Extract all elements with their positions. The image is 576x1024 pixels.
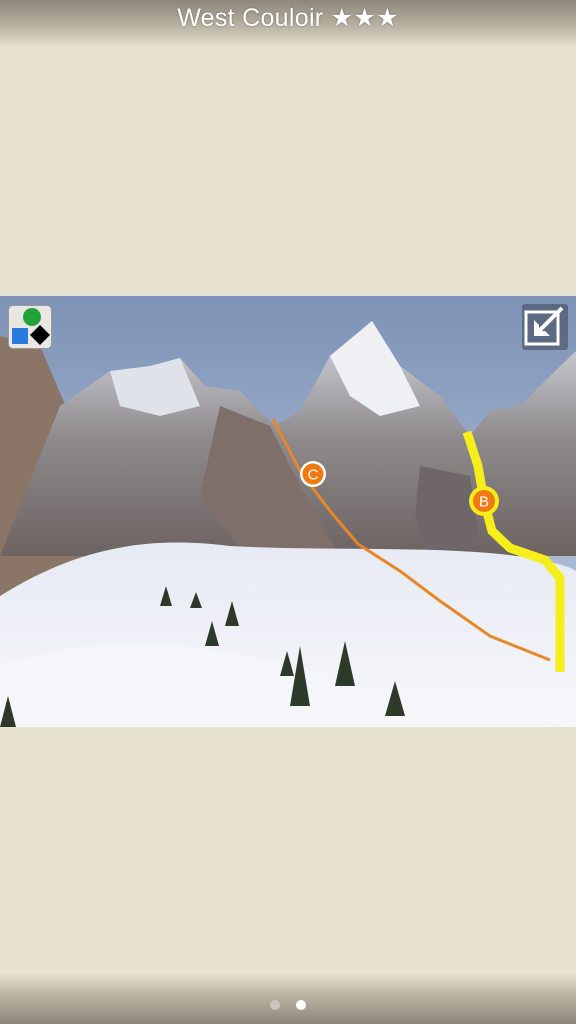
title-bar: West Couloir ★★★	[0, 0, 576, 48]
expand-arrow-icon	[524, 306, 564, 346]
expand-button[interactable]	[522, 304, 568, 350]
page-title: West Couloir ★★★	[177, 4, 399, 32]
route-c-line	[271, 418, 551, 662]
legend-shapes-icon	[12, 308, 50, 345]
route-b-line	[462, 430, 565, 672]
route-photo[interactable]: C B	[0, 296, 576, 727]
svg-text:B: B	[479, 494, 489, 511]
svg-text:C: C	[308, 467, 319, 484]
marker-b[interactable]: B	[469, 486, 499, 516]
route-overlay: C B	[271, 418, 565, 672]
pager-bar	[0, 972, 576, 1024]
page-dot-2[interactable]	[296, 1000, 306, 1010]
page-indicator	[0, 1000, 576, 1010]
marker-c[interactable]: C	[300, 461, 326, 487]
page-dot-1[interactable]	[270, 1000, 280, 1010]
legend-button[interactable]	[8, 305, 52, 349]
